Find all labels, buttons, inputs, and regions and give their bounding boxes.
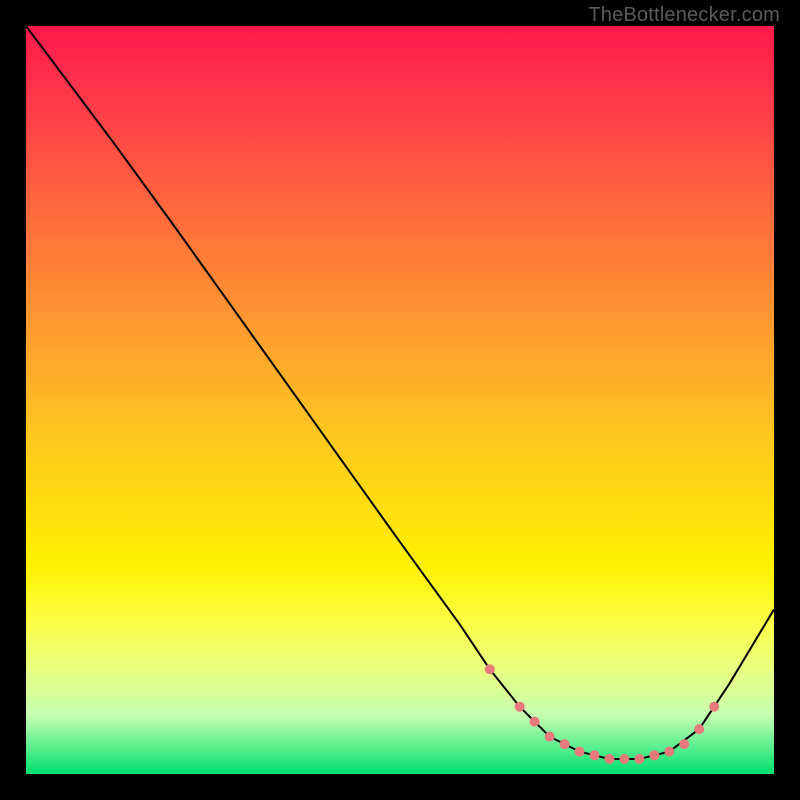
curve-marker <box>694 724 704 734</box>
curve-marker <box>604 754 614 764</box>
chart-frame: TheBottlenecker.com <box>0 0 800 800</box>
curve-marker <box>545 732 555 742</box>
curve-marker <box>664 747 674 757</box>
curve-marker <box>575 747 585 757</box>
attribution-label: TheBottlenecker.com <box>588 4 780 27</box>
curve-marker <box>485 664 495 674</box>
curve-svg <box>26 26 774 774</box>
curve-marker <box>709 702 719 712</box>
plot-area <box>26 26 774 774</box>
curve-marker <box>634 754 644 764</box>
curve-marker <box>649 750 659 760</box>
curve-marker <box>560 739 570 749</box>
marker-group <box>485 664 719 764</box>
curve-marker <box>515 702 525 712</box>
bottleneck-curve <box>26 26 774 759</box>
curve-marker <box>530 717 540 727</box>
curve-marker <box>679 739 689 749</box>
curve-marker <box>619 754 629 764</box>
curve-marker <box>590 750 600 760</box>
